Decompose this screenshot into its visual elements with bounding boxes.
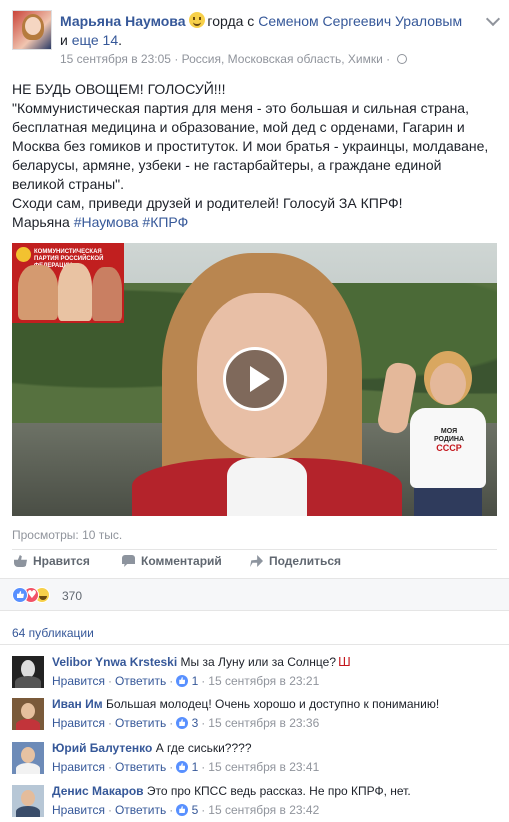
post-signature: Марьяна	[12, 214, 70, 230]
author-avatar[interactable]	[12, 10, 52, 50]
comment-date[interactable]: 15 сентября в 23:42	[208, 803, 319, 817]
post-header: Марьяна Наумова горда с Семеном Сергееви…	[12, 10, 502, 66]
comment-reply-link[interactable]: Ответить	[115, 803, 166, 817]
reaction-count[interactable]: 370	[62, 589, 82, 603]
comment-text: А где сиськи????	[155, 741, 252, 755]
comment-text: Большая молодец! Очень хорошо и доступно…	[105, 697, 440, 711]
tagged-person-link[interactable]: Семеном Сергеевич Ураловым	[258, 13, 462, 29]
comment-item: Velibor Ynwa Krsteski Мы за Луну или за …	[12, 654, 502, 694]
comment-like-icon	[176, 761, 189, 773]
post-text-call: Сходи сам, приведи друзей и родителей! Г…	[12, 195, 403, 211]
comment-icon	[122, 555, 135, 567]
comment-item: Денис Макаров Это про КПСС ведь рассказ.…	[12, 783, 502, 822]
feeling-text: горда с	[207, 13, 255, 29]
post-meta: 15 сентября в 23:05 · Россия, Московская…	[60, 52, 407, 66]
comment-like-count[interactable]: 5	[192, 803, 199, 817]
post-actions: Нравится Комментарий Поделиться	[12, 549, 497, 571]
chevron-down-icon[interactable]	[485, 11, 501, 27]
meta-separator: ·	[174, 52, 179, 66]
others-link[interactable]: еще 14	[72, 32, 118, 48]
comment-date[interactable]: 15 сентября в 23:21	[208, 674, 319, 688]
comment-like-icon	[176, 717, 189, 729]
commenter-name[interactable]: Юрий Балутенко	[52, 741, 152, 755]
period-text: .	[118, 32, 123, 48]
comment-item: Иван Им Большая молодец! Очень хорошо и …	[12, 696, 502, 736]
comment-button[interactable]: Комментарий	[122, 554, 222, 568]
hashtags-link[interactable]: #Наумова #КПРФ	[74, 214, 189, 230]
torch-emoji-icon: Ш	[338, 655, 351, 669]
share-icon	[250, 555, 263, 567]
comment-label: Комментарий	[141, 554, 222, 568]
comment-item: Юрий Балутенко А где сиськи???? Нравится…	[12, 740, 502, 780]
play-icon[interactable]	[223, 347, 287, 411]
view-count: Просмотры: 10 тыс.	[12, 528, 123, 542]
like-label: Нравится	[33, 554, 90, 568]
divider	[0, 644, 509, 645]
globe-icon	[396, 54, 407, 64]
commenter-avatar[interactable]	[12, 785, 44, 817]
post-text-headline: НЕ БУДЬ ОВОЩЕМ! ГОЛОСУЙ!!!	[12, 81, 226, 97]
comment-text: Это про КПСС ведь рассказ. Не про КПРФ, …	[146, 784, 411, 798]
commenter-name[interactable]: Velibor Ynwa Krsteski	[52, 655, 177, 669]
thumbs-up-icon	[14, 555, 27, 567]
commenter-name[interactable]: Денис Макаров	[52, 784, 144, 798]
comment-like-icon	[176, 804, 189, 816]
meta-separator-2: ·	[386, 52, 391, 66]
comment-date[interactable]: 15 сентября в 23:41	[208, 760, 319, 774]
comment-reply-link[interactable]: Ответить	[115, 674, 166, 688]
commenter-avatar[interactable]	[12, 656, 44, 688]
party-emblem-icon	[16, 247, 31, 262]
comment-like-link[interactable]: Нравится	[52, 674, 105, 688]
shirt-print: МОЯ РОДИНА СССР	[433, 428, 465, 453]
video-player[interactable]: МОЯ РОДИНА СССР КОММУНИСТИЧЕСКАЯ ПАРТИЯ …	[12, 243, 497, 516]
share-button[interactable]: Поделиться	[250, 554, 341, 568]
shares-link[interactable]: 64 публикации	[12, 626, 94, 640]
and-text: и	[60, 32, 68, 48]
post-text-quote: "Коммунистическая партия для меня - это …	[12, 100, 489, 192]
comment-date[interactable]: 15 сентября в 23:36	[208, 716, 319, 730]
commenter-avatar[interactable]	[12, 698, 44, 730]
author-name-link[interactable]: Марьяна Наумова	[60, 13, 186, 29]
like-button[interactable]: Нравится	[14, 554, 90, 568]
comment-reply-link[interactable]: Ответить	[115, 716, 166, 730]
comment-like-count[interactable]: 1	[192, 760, 199, 774]
post-header-line: Марьяна Наумова горда с Семеном Сергееви…	[60, 12, 480, 50]
commenter-name[interactable]: Иван Им	[52, 697, 103, 711]
comment-reply-link[interactable]: Ответить	[115, 760, 166, 774]
comment-like-count[interactable]: 1	[192, 674, 199, 688]
comment-like-link[interactable]: Нравится	[52, 716, 105, 730]
post-text-signature-line: Марьяна #Наумова #КПРФ	[12, 213, 497, 232]
smiley-icon	[189, 12, 206, 28]
comment-like-icon	[176, 675, 189, 687]
comment-like-link[interactable]: Нравится	[52, 760, 105, 774]
party-badge: КОММУНИСТИЧЕСКАЯ ПАРТИЯ РОССИЙСКОЙ ФЕДЕР…	[12, 243, 124, 323]
commenter-avatar[interactable]	[12, 742, 44, 774]
share-label: Поделиться	[269, 554, 342, 568]
post-text: НЕ БУДЬ ОВОЩЕМ! ГОЛОСУЙ!!! "Коммунистиче…	[12, 80, 497, 232]
post-date-link[interactable]: 15 сентября в 23:05	[60, 52, 171, 66]
post-location-link[interactable]: Россия, Московская область, Химки	[182, 52, 383, 66]
comment-like-count[interactable]: 3	[192, 716, 199, 730]
comment-like-link[interactable]: Нравится	[52, 803, 105, 817]
comment-text: Мы за Луну или за Солнце?	[180, 655, 336, 669]
reactions-bar[interactable]: 370	[0, 578, 509, 611]
like-reaction-icon	[12, 587, 28, 603]
